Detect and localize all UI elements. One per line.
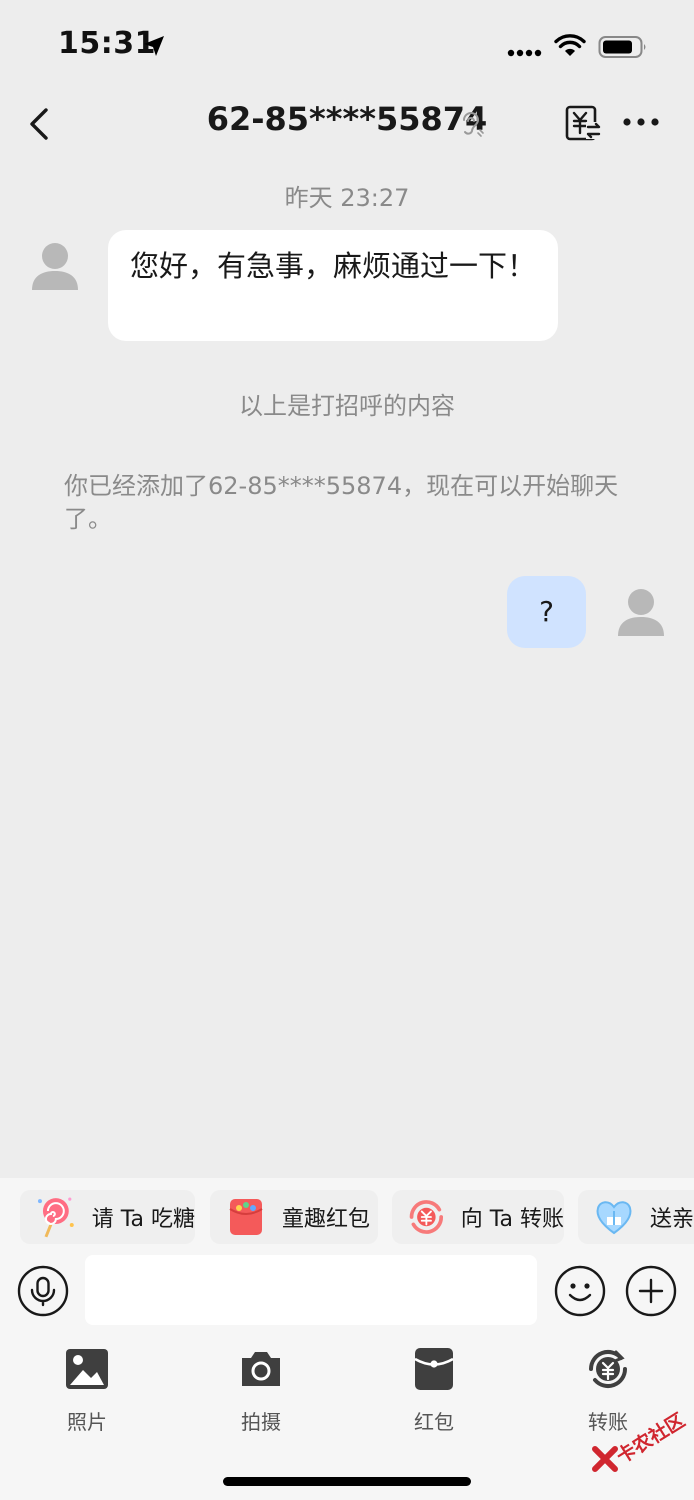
cellular-signal-icon [507,49,542,57]
camera-icon [242,1352,280,1386]
message-input[interactable] [85,1255,537,1325]
message-input-row [0,1252,694,1328]
transfer-icon [409,1200,444,1234]
quick-action-label: 向 Ta 转账 [460,1207,564,1232]
tool-red-packet[interactable]: 红包 [379,1346,489,1436]
more-options-icon[interactable] [622,114,660,130]
friend-added-system-note: 你已经添加了62-85****55874，现在可以开始聊天了。 [64,472,619,533]
chat-header: 62-85****55874 [0,90,694,160]
quick-actions-row: 请 Ta 吃糖 童趣红包 向 Ta 转账 送亲 [0,1190,694,1246]
quick-action-red-packet[interactable]: 童趣红包 [210,1190,378,1244]
my-avatar-icon[interactable] [616,586,666,638]
outgoing-message-bubble[interactable]: ? [507,576,586,648]
ear-speaker-icon [463,112,484,137]
tool-camera[interactable]: 拍摄 [206,1346,316,1436]
watermark-text: 卡农社区 [612,1409,689,1469]
contact-name: 62-85****55874 [206,100,488,138]
red-packet-icon [229,1199,263,1235]
location-arrow-icon [144,36,164,56]
red-packet-icon [414,1348,454,1390]
quick-action-transfer[interactable]: 向 Ta 转账 [392,1190,564,1244]
quick-action-intimacy-gift[interactable]: 送亲密 [578,1190,694,1244]
battery-icon [598,36,646,58]
status-bar: 15:31 [0,0,694,90]
plus-icon[interactable] [625,1265,677,1317]
quick-action-candy[interactable]: 请 Ta 吃糖 [20,1190,195,1244]
greeting-system-note: 以上是打招呼的内容 [239,392,455,420]
message-timestamp: 昨天 23:27 [284,184,410,212]
watermark: 卡农社区 [590,1409,690,1480]
tool-label: 照片 [67,1410,107,1434]
incoming-message-text: 您好，有急事，麻烦通过一下！ [130,249,537,283]
quick-action-label: 请 Ta 吃糖 [91,1207,195,1232]
photo-icon [66,1349,108,1389]
heart-gift-icon [596,1201,632,1235]
contact-avatar-icon[interactable] [30,240,80,292]
tool-label: 红包 [414,1410,454,1434]
transfer-yuan-icon[interactable] [564,104,602,142]
tool-label: 拍摄 [241,1410,281,1434]
quick-action-label: 童趣红包 [282,1207,371,1232]
emoji-icon[interactable] [554,1265,606,1317]
quick-action-label: 送亲密 [650,1207,694,1232]
incoming-message-bubble[interactable]: 您好，有急事，麻烦通过一下！ [108,230,558,341]
voice-input-icon[interactable] [17,1265,69,1317]
tool-photo[interactable]: 照片 [32,1346,142,1436]
wifi-icon [554,34,586,56]
home-indicator[interactable] [223,1477,471,1486]
lollipop-icon [37,1197,74,1238]
outgoing-message-text: ? [539,595,554,628]
transfer-icon [588,1349,628,1389]
